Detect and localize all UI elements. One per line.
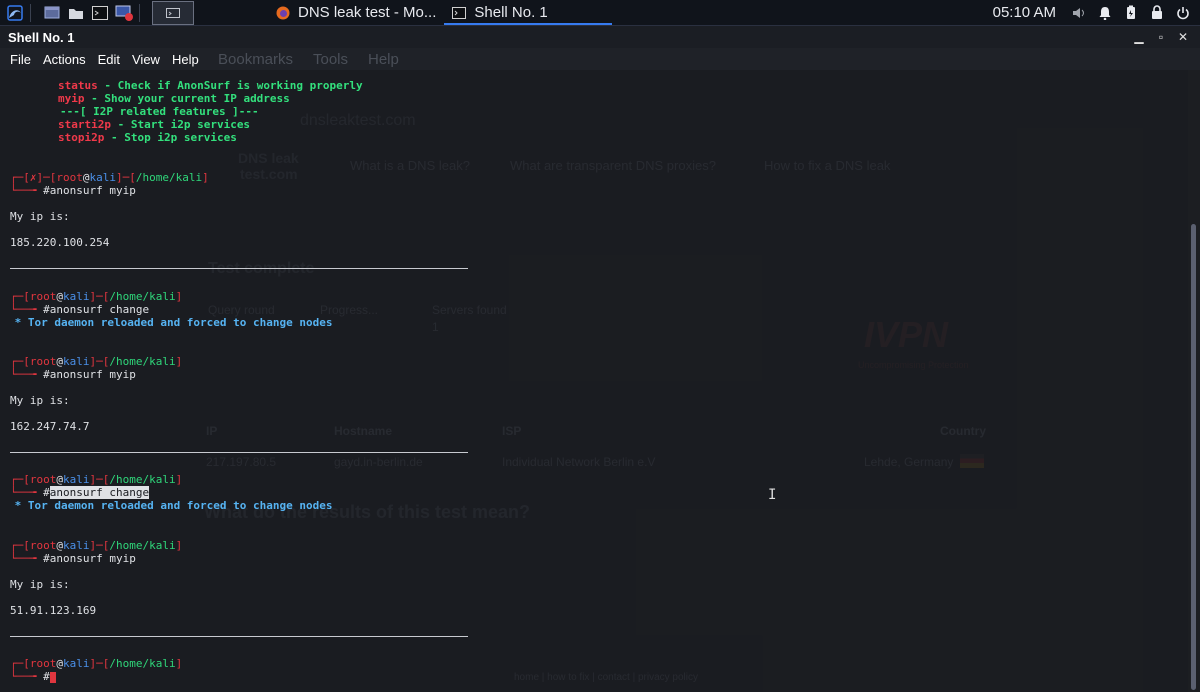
prompt: ┌─[root@kali]─[/home/kali] — [10, 657, 183, 670]
separator — [10, 452, 468, 453]
prompt: ┌─[root@kali]─[/home/kali] — [10, 290, 183, 303]
menu-file[interactable]: File — [10, 52, 31, 67]
screen-recorder-icon[interactable] — [115, 4, 133, 22]
task-firefox[interactable]: DNS leak test - Mo... — [268, 0, 444, 25]
taskbar: DNS leak test - Mo... Shell No. 1 05:10 … — [0, 0, 1200, 26]
help-status-cmd: status — [58, 79, 98, 92]
command-line: └──╼ #anonsurf myip — [10, 368, 136, 381]
power-icon[interactable] — [1174, 4, 1192, 22]
change-message: * Tor daemon reloaded and forced to chan… — [8, 499, 333, 512]
menu-view[interactable]: View — [132, 52, 160, 67]
volume-icon[interactable] — [1070, 4, 1088, 22]
command-line: └──╼ #anonsurf myip — [10, 184, 136, 197]
my-ip-label: My ip is: — [10, 578, 70, 591]
help-stopi2p-cmd: stopi2p — [58, 131, 105, 144]
lock-screen-icon[interactable] — [1148, 4, 1166, 22]
terminal-scrollbar[interactable] — [1188, 70, 1200, 692]
help-status-desc: - Check if AnonSurf is working properly — [97, 79, 363, 92]
my-ip-label: My ip is: — [10, 210, 70, 223]
notifications-icon[interactable] — [1096, 4, 1114, 22]
clock[interactable]: 05:10 AM — [993, 4, 1056, 21]
workspace-switcher[interactable] — [152, 0, 194, 25]
prompt: ┌─[root@kali]─[/home/kali] — [10, 473, 183, 486]
selected-text[interactable]: anonsurf change — [49, 486, 150, 499]
battery-icon[interactable] — [1122, 4, 1140, 22]
my-ip-label: My ip is: — [10, 394, 70, 407]
command-line: └──╼ #anonsurf myip — [10, 552, 136, 565]
ip-address-2: 162.247.74.7 — [10, 420, 90, 433]
bg-menu-help: Help — [368, 51, 399, 68]
prompt: ┌─[✗]─[root@kali]─[/home/kali] — [10, 171, 209, 184]
help-myip-cmd: myip — [58, 92, 85, 105]
text-cursor — [49, 671, 56, 683]
help-stopi2p-desc: - Stop i2p services — [104, 131, 237, 144]
prompt: ┌─[root@kali]─[/home/kali] — [10, 355, 183, 368]
help-starti2p-desc: - Start i2p services — [110, 118, 251, 131]
command-line: └──╼ #anonsurf change — [10, 303, 150, 316]
firefox-icon — [276, 6, 290, 20]
task-firefox-label: DNS leak test - Mo... — [298, 4, 437, 21]
maximize-icon[interactable]: ▫ — [1150, 26, 1172, 48]
folder-icon[interactable] — [67, 4, 85, 22]
mouse-ibeam-icon: I — [768, 487, 777, 503]
command-line-selected: └──╼ #anonsurf change — [10, 486, 150, 499]
close-icon[interactable]: ✕ — [1172, 26, 1194, 48]
ip-address-3: 51.91.123.169 — [10, 604, 97, 617]
bg-menu-bookmarks: Bookmarks — [218, 51, 294, 68]
desktop-icon[interactable] — [43, 4, 61, 22]
bg-menu-tools: Tools — [313, 51, 349, 68]
separator — [10, 268, 468, 269]
window-titlebar[interactable]: Shell No. 1 ▁ ▫ ✕ — [0, 26, 1200, 48]
prompt: ┌─[root@kali]─[/home/kali] — [10, 539, 183, 552]
menu-actions[interactable]: Actions — [43, 52, 86, 67]
help-starti2p-cmd: starti2p — [58, 118, 111, 131]
change-message: * Tor daemon reloaded and forced to chan… — [8, 316, 333, 329]
menu-edit[interactable]: Edit — [98, 52, 120, 67]
task-terminal[interactable]: Shell No. 1 — [444, 0, 613, 25]
separator — [10, 636, 468, 637]
menu-help[interactable]: Help — [172, 52, 199, 67]
terminal-launcher-icon[interactable] — [91, 4, 109, 22]
window-title: Shell No. 1 — [8, 29, 75, 45]
ip-address-1: 185.220.100.254 — [10, 236, 110, 249]
task-terminal-label: Shell No. 1 — [474, 4, 548, 21]
active-command-line[interactable]: └──╼ # — [10, 670, 56, 683]
terminal-icon — [452, 6, 467, 20]
terminal-output[interactable]: status - Check if AnonSurf is working pr… — [0, 70, 1188, 692]
help-myip-desc: - Show your current IP address — [84, 92, 290, 105]
help-i2p-header: ---[ I2P related features ]--- — [60, 105, 259, 118]
kali-menu-icon[interactable] — [6, 4, 24, 22]
scrollbar-thumb[interactable] — [1191, 224, 1196, 690]
minimize-icon[interactable]: ▁ — [1128, 26, 1150, 48]
menubar: File Actions Edit View Help Bookmarks To… — [0, 48, 1200, 70]
